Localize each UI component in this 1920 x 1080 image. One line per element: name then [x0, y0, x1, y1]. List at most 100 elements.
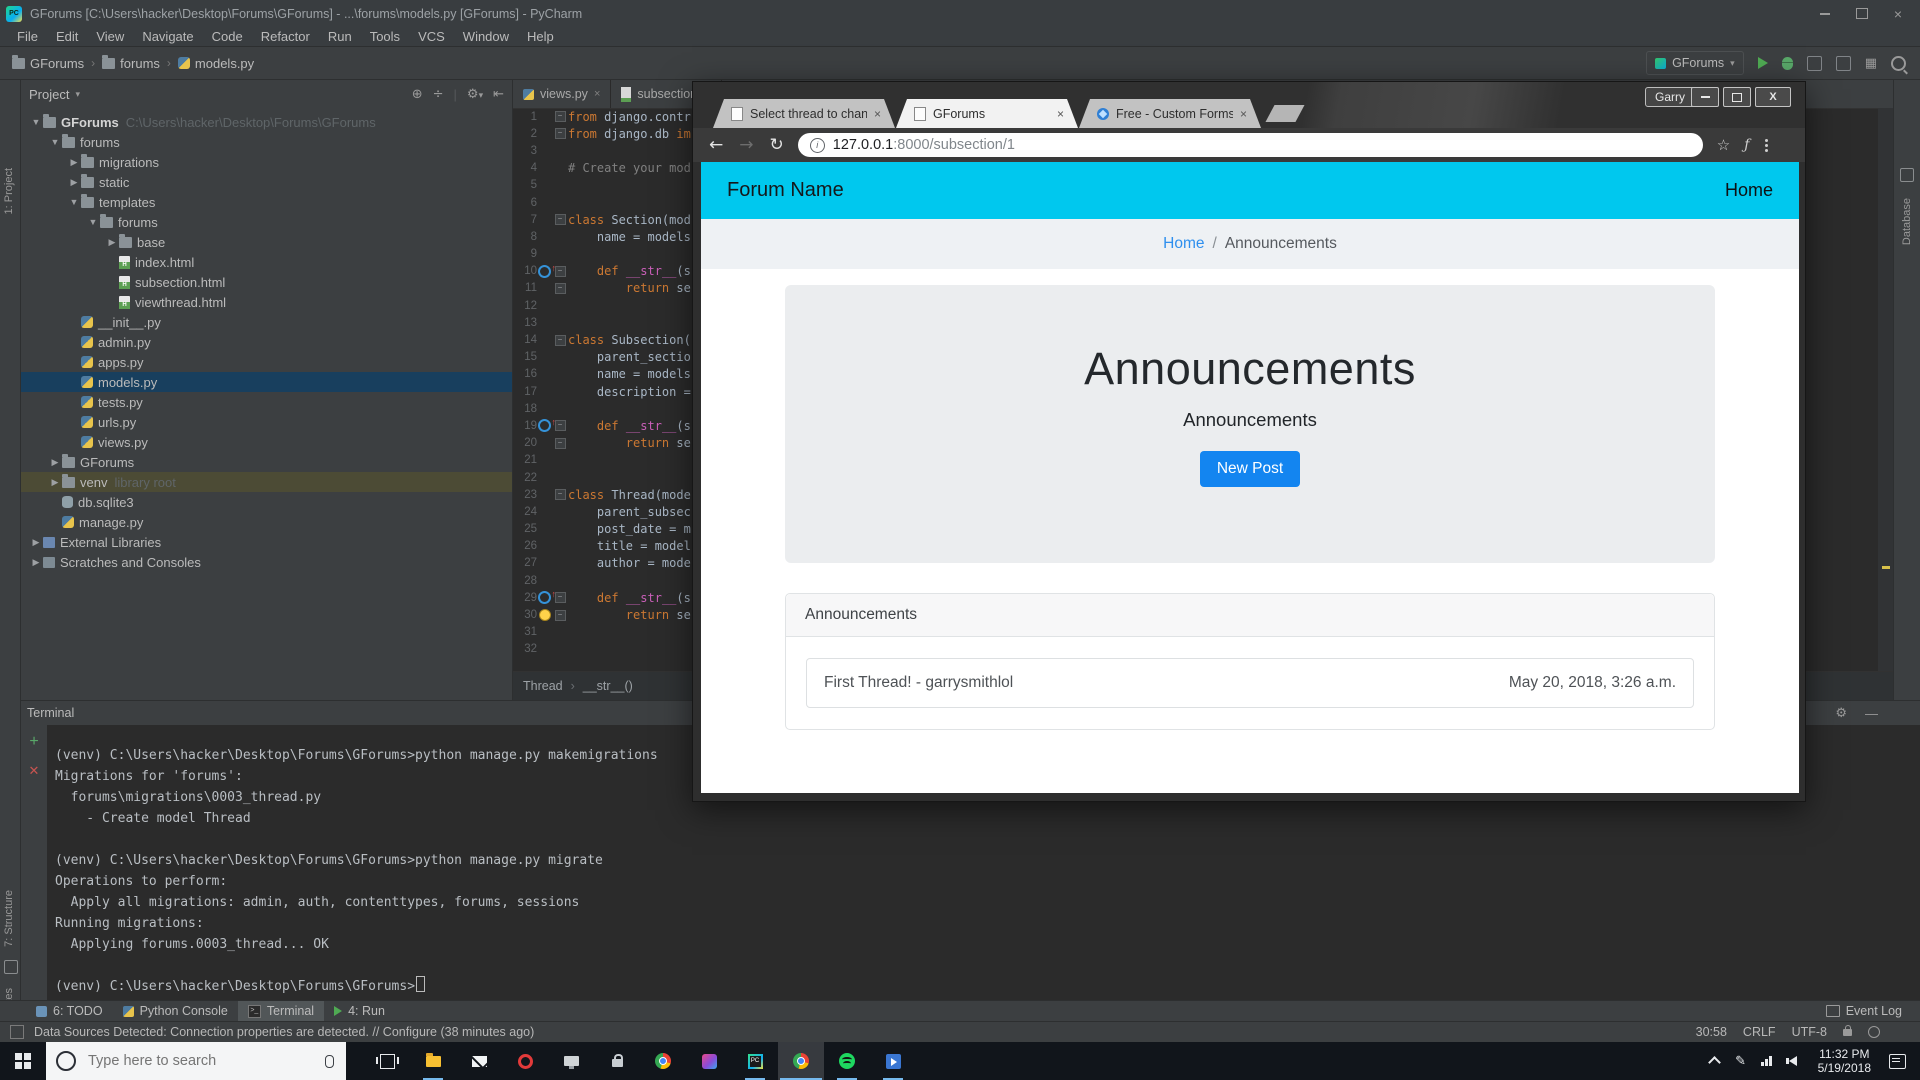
back-icon[interactable]: ← [709, 135, 723, 155]
structure-icon[interactable] [4, 960, 18, 974]
tree-item-models.py[interactable]: models.py [21, 372, 512, 392]
menu-help[interactable]: Help [518, 29, 563, 44]
tree-item-venv[interactable]: ▶venvlibrary root [21, 472, 512, 492]
thread-list-item[interactable]: First Thread! - garrysmithlol May 20, 20… [806, 658, 1694, 708]
override-gutter-icon[interactable] [538, 591, 551, 604]
caret-position[interactable]: 30:58 [1696, 1025, 1727, 1039]
browser-tab-free---custom-forms-sof[interactable]: Free - Custom Forms Sof× [1079, 99, 1261, 128]
sidebar-item-project[interactable]: 1: Project [3, 168, 15, 214]
minimize-icon[interactable] [1691, 87, 1719, 107]
hidden-icons-chevron[interactable] [1702, 1055, 1728, 1067]
close-tab-icon[interactable]: × [594, 88, 600, 100]
run-button[interactable] [1758, 57, 1768, 69]
windows-ink-icon[interactable]: ✎ [1728, 1054, 1754, 1069]
intention-bulb-icon[interactable] [539, 609, 551, 621]
tree-item-base[interactable]: ▶base [21, 232, 512, 252]
menu-dots-icon[interactable] [1765, 139, 1768, 152]
page-info-icon[interactable]: i [810, 138, 825, 153]
locate-icon[interactable]: ⊕ [412, 87, 423, 102]
layers-icon[interactable] [1900, 168, 1914, 182]
close-icon[interactable]: X [1755, 87, 1791, 107]
terminal-panel-title[interactable]: Terminal [27, 706, 74, 720]
menu-tools[interactable]: Tools [361, 29, 409, 44]
project-panel-title[interactable]: Project [29, 87, 69, 102]
toolwindow-button-terminal[interactable]: >_Terminal [238, 1001, 324, 1022]
close-tab-icon[interactable]: × [1057, 107, 1064, 121]
override-gutter-icon[interactable] [538, 265, 551, 278]
menu-edit[interactable]: Edit [47, 29, 87, 44]
fold-icon[interactable]: − [555, 610, 566, 621]
hide-panel-icon[interactable]: ⇤ [493, 87, 504, 102]
tree-item-external-libraries[interactable]: ▶External Libraries [21, 532, 512, 552]
forward-icon[interactable]: → [739, 135, 753, 155]
extension-icon[interactable]: ƒ [1744, 137, 1749, 153]
search-input[interactable] [86, 1052, 315, 1070]
tree-item-gforums[interactable]: ▶GForums [21, 452, 512, 472]
tree-item-forums[interactable]: ▼forums [21, 132, 512, 152]
taskbar-lock-icon[interactable] [594, 1042, 640, 1080]
action-center-icon[interactable] [1889, 1054, 1906, 1069]
tree-item-index.html[interactable]: index.html [21, 252, 512, 272]
tree-item-migrations[interactable]: ▶migrations [21, 152, 512, 172]
status-message[interactable]: Data Sources Detected: Connection proper… [34, 1025, 534, 1039]
gear-icon[interactable]: ⚙ [1835, 706, 1847, 721]
taskbar-photos-icon[interactable] [686, 1042, 732, 1080]
close-icon[interactable]: × [1894, 9, 1902, 19]
taskbar-file-explorer-icon[interactable] [410, 1042, 456, 1080]
tree-item-apps.py[interactable]: apps.py [21, 352, 512, 372]
collapse-all-icon[interactable]: ÷ [433, 87, 444, 102]
profiler-button[interactable] [1836, 56, 1851, 71]
grid-icon[interactable]: ▦ [1865, 57, 1877, 70]
tree-item-viewthread.html[interactable]: viewthread.html [21, 292, 512, 312]
tree-item-gforums[interactable]: ▼GForumsC:\Users\hacker\Desktop\Forums\G… [21, 112, 512, 132]
inspections-icon[interactable] [1868, 1026, 1880, 1038]
fold-icon[interactable]: − [555, 266, 566, 277]
fold-icon[interactable]: − [555, 420, 566, 431]
tree-item-db.sqlite3[interactable]: db.sqlite3 [21, 492, 512, 512]
taskbar-opera-icon[interactable] [502, 1042, 548, 1080]
site-brand[interactable]: Forum Name [727, 179, 844, 202]
close-tab-icon[interactable]: × [1240, 107, 1247, 121]
taskbar-movies-tv-icon[interactable] [870, 1042, 916, 1080]
lock-icon[interactable] [1843, 1029, 1852, 1036]
tree-item-admin.py[interactable]: admin.py [21, 332, 512, 352]
thread-title[interactable]: First Thread! - garrysmithlol [824, 674, 1013, 692]
menu-view[interactable]: View [87, 29, 133, 44]
hide-panel-icon[interactable]: — [1865, 706, 1878, 721]
fold-icon[interactable]: − [555, 592, 566, 603]
menu-run[interactable]: Run [319, 29, 361, 44]
new-post-button[interactable]: New Post [1200, 451, 1300, 487]
tree-item-subsection.html[interactable]: subsection.html [21, 272, 512, 292]
breadcrumb-class[interactable]: Thread [523, 679, 563, 693]
debug-button[interactable] [1782, 57, 1793, 70]
breadcrumb-home-link[interactable]: Home [1163, 235, 1204, 253]
event-log-button[interactable]: Event Log [1826, 1004, 1920, 1018]
sidebar-item-database[interactable]: Database [1901, 198, 1913, 245]
volume-icon[interactable] [1780, 1056, 1806, 1066]
taskbar-pycharm-icon[interactable] [732, 1042, 778, 1080]
coverage-button[interactable] [1807, 56, 1822, 71]
microphone-icon[interactable] [325, 1055, 334, 1068]
close-session-icon[interactable]: ✕ [29, 763, 40, 779]
menu-code[interactable]: Code [203, 29, 252, 44]
tree-item-templates[interactable]: ▼templates [21, 192, 512, 212]
tree-item-forums[interactable]: ▼forums [21, 212, 512, 232]
nav-crumb-forums[interactable]: forums [102, 56, 160, 71]
tree-item-urls.py[interactable]: urls.py [21, 412, 512, 432]
editor-tab-views-py[interactable]: views.py× [513, 80, 611, 108]
fold-icon[interactable]: − [555, 438, 566, 449]
file-encoding[interactable]: UTF-8 [1792, 1025, 1827, 1039]
fold-icon[interactable]: − [555, 335, 566, 346]
fold-icon[interactable]: − [555, 214, 566, 225]
search-everywhere-icon[interactable] [1891, 56, 1906, 71]
fold-icon[interactable]: − [555, 111, 566, 122]
bookmark-star-icon[interactable]: ☆ [1717, 136, 1730, 154]
toolwindow-button----todo[interactable]: 6: TODO [26, 1001, 113, 1022]
close-tab-icon[interactable]: × [874, 107, 881, 121]
terminal-output[interactable]: (venv) C:\Users\hacker\Desktop\Forums\GF… [55, 745, 658, 997]
new-tab-button[interactable] [1265, 105, 1304, 122]
taskbar-clock[interactable]: 11:32 PM 5/19/2018 [1806, 1047, 1883, 1075]
maximize-icon[interactable] [1723, 87, 1751, 107]
menu-vcs[interactable]: VCS [409, 29, 454, 44]
maximize-icon[interactable] [1856, 8, 1868, 19]
